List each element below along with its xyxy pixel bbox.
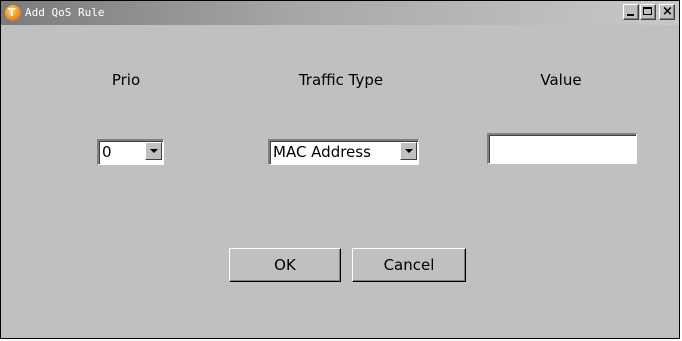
prio-selected-value: 0 <box>102 143 112 161</box>
maximize-icon <box>643 7 652 15</box>
traffic-type-select[interactable]: MAC Address <box>268 139 419 165</box>
chevron-down-icon <box>150 149 158 153</box>
minimize-icon <box>627 14 634 16</box>
app-logo-letter: T <box>8 6 16 19</box>
chevron-down-icon <box>405 149 413 153</box>
close-button[interactable]: × <box>659 4 675 20</box>
value-label: Value <box>540 71 582 89</box>
traffic-type-selected-value: MAC Address <box>273 143 371 161</box>
add-qos-rule-dialog: T Add QoS Rule × Prio Traffic Type Value… <box>0 0 680 339</box>
title-bar[interactable]: T Add QoS Rule × <box>1 1 679 25</box>
traffic-type-label: Traffic Type <box>298 71 384 89</box>
maximize-button[interactable] <box>640 4 656 20</box>
window-title: Add QoS Rule <box>25 6 105 19</box>
prio-dropdown-button[interactable] <box>145 142 162 160</box>
minimize-button[interactable] <box>623 4 639 20</box>
cancel-button[interactable]: Cancel <box>352 248 466 282</box>
prio-label: Prio <box>111 71 141 89</box>
app-logo-icon: T <box>5 5 21 21</box>
traffic-type-dropdown-button[interactable] <box>400 142 417 160</box>
prio-select[interactable]: 0 <box>97 139 164 165</box>
value-input[interactable] <box>487 133 637 164</box>
close-icon: × <box>662 4 673 19</box>
ok-button[interactable]: OK <box>229 248 341 282</box>
